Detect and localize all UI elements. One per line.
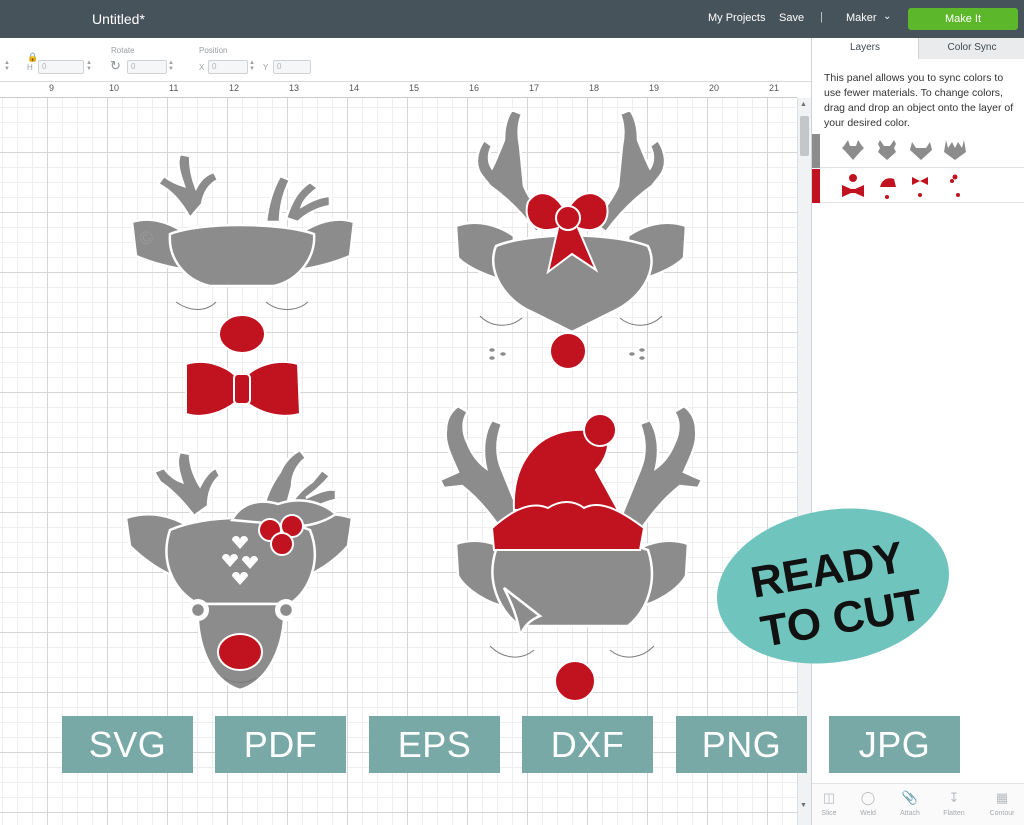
ruler-number: 11 <box>169 83 179 93</box>
ruler-number: 19 <box>649 83 660 93</box>
document-title[interactable]: Untitled* <box>92 11 145 27</box>
edit-toolbar: ▲ ▼ 🔒 H 0 ▲ ▼ Rotate ↻ 0 ▲ ▼ Position X 0 ▲… <box>0 38 811 82</box>
ruler-number: 15 <box>409 83 420 93</box>
layer-thumbnail[interactable] <box>942 173 968 201</box>
flatten-button[interactable]: ↧ Flatten <box>934 790 974 817</box>
tab-color-sync[interactable]: Color Sync <box>918 38 1024 59</box>
ruler-number: 18 <box>589 83 600 93</box>
ruler-number: 21 <box>769 83 780 93</box>
ready-to-cut-badge: READY TO CUT <box>714 508 952 664</box>
design-space-window: Untitled* My Projects Save | Maker ⌄ Mak… <box>0 0 1024 825</box>
ruler-number: 14 <box>349 83 360 93</box>
chevron-down-icon[interactable]: ⌄ <box>883 11 891 22</box>
ruler-number: 12 <box>229 83 240 93</box>
layers-panel: Layers Color Sync This panel allows you … <box>811 38 1024 825</box>
attach-icon: 📎 <box>901 790 919 805</box>
y-field[interactable]: 0 <box>273 60 311 74</box>
flatten-icon: ↧ <box>948 790 960 805</box>
ruler-number: 10 <box>109 83 120 93</box>
height-field[interactable]: 0 <box>38 60 84 74</box>
layer-thumbnail[interactable] <box>908 173 934 201</box>
format-dxf: DXF <box>522 716 653 773</box>
color-sync-description: This panel allows you to sync colors to … <box>824 72 1014 129</box>
x-stepper[interactable]: ▲ ▼ <box>249 60 255 72</box>
ruler-number: 16 <box>469 83 480 93</box>
my-projects-link[interactable]: My Projects <box>708 12 765 24</box>
rotate-icon[interactable]: ↻ <box>110 58 121 74</box>
reindeer-bowtie[interactable] <box>130 152 356 417</box>
contour-icon: ▦ <box>995 790 1009 805</box>
top-bar: Untitled* My Projects Save | Maker ⌄ Mak… <box>0 0 1024 38</box>
layer-thumbnail[interactable] <box>840 138 866 162</box>
tab-layers[interactable]: Layers <box>812 38 918 59</box>
separator: | <box>820 11 823 23</box>
scroll-down-icon[interactable]: ▼ <box>800 802 807 809</box>
save-button[interactable]: Save <box>779 12 804 24</box>
scroll-up-icon[interactable]: ▲ <box>800 101 807 108</box>
ruler-number: 20 <box>709 83 720 93</box>
weld-icon: ◯ <box>860 790 876 805</box>
layer-thumbnail[interactable] <box>874 173 900 201</box>
reindeer-santa-hat[interactable] <box>438 404 704 702</box>
slice-icon: ◫ <box>822 790 836 805</box>
ruler-number: 17 <box>529 83 540 93</box>
make-it-button[interactable]: Make It <box>908 8 1018 30</box>
layer-thumbnail[interactable] <box>908 138 934 162</box>
machine-selector[interactable]: Maker <box>846 12 877 24</box>
panel-tabs: Layers Color Sync <box>812 38 1024 59</box>
horizontal-ruler: 9 10 11 12 13 14 15 16 17 18 19 20 21 <box>0 82 797 98</box>
format-png: PNG <box>676 716 807 773</box>
bottom-toolbar: ◫ Slice ◯ Weld 📎 Attach ↧ Flatten ▦ Contour <box>812 783 1024 825</box>
ruler-number: 13 <box>289 83 300 93</box>
position-label: Position <box>199 46 228 55</box>
height-stepper[interactable]: ▲ ▼ <box>86 60 92 72</box>
rotate-stepper[interactable]: ▲ ▼ <box>168 60 174 72</box>
rotate-field[interactable]: 0 <box>127 60 167 74</box>
scrollbar-thumb[interactable] <box>800 116 809 156</box>
format-svg: SVG <box>62 716 193 773</box>
layer-thumbnail[interactable] <box>942 138 968 162</box>
reindeer-holly[interactable] <box>124 448 354 692</box>
contour-button[interactable]: ▦ Contour <box>982 790 1022 817</box>
ruler-number: 9 <box>49 83 55 93</box>
color-swatch[interactable] <box>812 134 820 168</box>
layer-thumbnail[interactable] <box>840 173 866 201</box>
format-pdf: PDF <box>215 716 346 773</box>
color-group-red[interactable] <box>812 169 1024 203</box>
reindeer-bow[interactable] <box>454 108 688 370</box>
weld-button[interactable]: ◯ Weld <box>848 790 888 817</box>
layer-thumbnail[interactable] <box>874 138 900 162</box>
x-label: X <box>199 63 205 72</box>
height-label: H <box>27 63 33 72</box>
slice-button[interactable]: ◫ Slice <box>809 790 849 817</box>
rotate-label: Rotate <box>111 46 135 55</box>
x-field[interactable]: 0 <box>208 60 248 74</box>
attach-button[interactable]: 📎 Attach <box>890 790 930 817</box>
format-jpg: JPG <box>829 716 960 773</box>
y-label: Y <box>263 63 269 72</box>
format-eps: EPS <box>369 716 500 773</box>
color-swatch[interactable] <box>812 169 820 203</box>
lock-icon[interactable]: 🔒 <box>27 52 38 63</box>
color-group-gray[interactable] <box>812 134 1024 168</box>
stepper-icon[interactable]: ▲ ▼ <box>4 60 10 72</box>
